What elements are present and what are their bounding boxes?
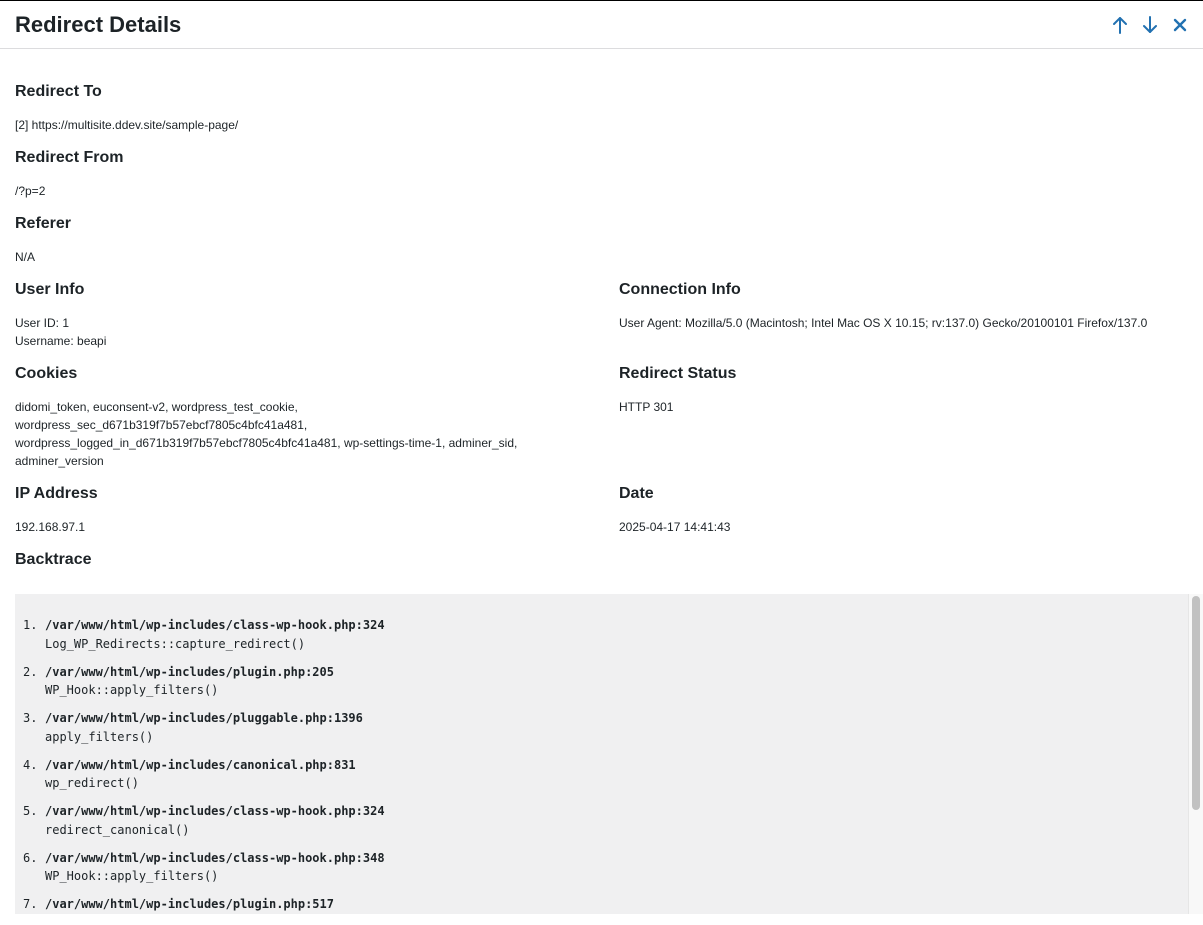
backtrace-item-body: /var/www/html/wp-includes/class-wp-hook.… xyxy=(45,849,385,886)
cookies-section: Cookies didomi_token, euconsent-v2, word… xyxy=(15,364,619,470)
backtrace-item: 6. /var/www/html/wp-includes/class-wp-hoo… xyxy=(23,849,1203,886)
backtrace-item-number: 2. xyxy=(23,664,38,679)
backtrace-item-number: 7. xyxy=(23,897,38,911)
redirect-status-value: HTTP 301 xyxy=(619,400,674,414)
backtrace-item-body: /var/www/html/wp-includes/class-wp-hook.… xyxy=(45,802,385,839)
backtrace-heading: Backtrace xyxy=(15,551,92,568)
cookies-line-1: didomi_token, euconsent-v2, wordpress_te… xyxy=(15,400,298,414)
redirect-to-value: [2] https://multisite.ddev.site/sample-p… xyxy=(15,118,239,132)
arrow-down-icon xyxy=(1143,15,1157,33)
backtrace-item: 5. /var/www/html/wp-includes/class-wp-hoo… xyxy=(23,802,1203,839)
backtrace-list: 1. /var/www/html/wp-includes/class-wp-hoo… xyxy=(15,594,1203,914)
backtrace-box[interactable]: 1. /var/www/html/wp-includes/class-wp-hoo… xyxy=(15,594,1203,914)
user-id-value: User ID: 1 xyxy=(15,316,70,330)
cookies-line-2: wordpress_sec_d671b319f7b57ebcf7805c4bfc… xyxy=(15,418,308,432)
ip-address-value: 192.168.97.1 xyxy=(15,520,86,534)
date-heading: Date xyxy=(619,485,654,502)
ip-address-heading: IP Address xyxy=(15,485,98,502)
redirect-details-modal: Redirect Details Redirect To [2] https:/… xyxy=(0,0,1203,925)
backtrace-item: 3. /var/www/html/wp-includes/pluggable.ph… xyxy=(23,709,1203,746)
backtrace-function: redirect_canonical() xyxy=(45,822,190,837)
backtrace-function: WP_Hook::apply_filters() xyxy=(45,683,219,697)
ip-address-section: IP Address 192.168.97.1 xyxy=(15,484,619,536)
backtrace-file: /var/www/html/wp-includes/canonical.php:… xyxy=(45,757,356,772)
backtrace-item: 7. /var/www/html/wp-includes/plugin.php:5… xyxy=(23,895,1203,914)
referer-heading: Referer xyxy=(15,215,72,232)
close-button[interactable] xyxy=(1169,14,1191,36)
redirect-from-section: Redirect From /?p=2 xyxy=(15,148,1188,200)
backtrace-item-number: 6. xyxy=(23,850,38,865)
user-info-heading: User Info xyxy=(15,281,85,298)
backtrace-file: /var/www/html/wp-includes/pluggable.php:… xyxy=(45,711,363,725)
modal-title: Redirect Details xyxy=(15,11,182,37)
referer-value: N/A xyxy=(15,250,36,264)
backtrace-file: /var/www/html/wp-includes/class-wp-hook.… xyxy=(45,850,385,865)
redirect-status-heading: Redirect Status xyxy=(619,365,737,382)
backtrace-scrollbar[interactable] xyxy=(1188,594,1203,914)
backtrace-item: 1. /var/www/html/wp-includes/class-wp-hoo… xyxy=(23,616,1203,653)
redirect-status-section: Redirect Status HTTP 301 xyxy=(619,364,1189,470)
backtrace-function: WP_Hook::apply_filters() xyxy=(45,869,219,883)
close-icon xyxy=(1173,18,1187,31)
info-row-1: User Info User ID: 1 Username: beapi Con… xyxy=(15,280,1188,350)
backtrace-item-body: /var/www/html/wp-includes/plugin.php:205… xyxy=(45,663,334,700)
cookies-heading: Cookies xyxy=(15,365,78,382)
connection-info-heading: Connection Info xyxy=(619,281,741,298)
modal-content: Redirect To [2] https://multisite.ddev.s… xyxy=(0,82,1203,570)
backtrace-file: /var/www/html/wp-includes/plugin.php:517 xyxy=(45,897,334,911)
backtrace-function: apply_filters() xyxy=(45,729,154,744)
backtrace-item-number: 1. xyxy=(23,618,38,632)
backtrace-function: wp_redirect() xyxy=(45,776,139,790)
info-row-2: Cookies didomi_token, euconsent-v2, word… xyxy=(15,364,1188,470)
redirect-to-heading: Redirect To xyxy=(15,83,102,100)
info-row-3: IP Address 192.168.97.1 Date 2025-04-17 … xyxy=(15,484,1188,536)
date-value: 2025-04-17 14:41:43 xyxy=(619,520,731,534)
backtrace-file: /var/www/html/wp-includes/plugin.php:205 xyxy=(45,664,334,679)
backtrace-section: Backtrace xyxy=(15,550,1188,570)
backtrace-item-number: 3. xyxy=(23,711,38,725)
backtrace-file: /var/www/html/wp-includes/class-wp-hook.… xyxy=(45,618,385,632)
next-button[interactable] xyxy=(1139,14,1161,36)
date-section: Date 2025-04-17 14:41:43 xyxy=(619,484,1189,536)
backtrace-item-body: /var/www/html/wp-includes/pluggable.php:… xyxy=(45,709,363,746)
backtrace-item-body: /var/www/html/wp-includes/plugin.php:517 xyxy=(45,895,334,914)
user-agent-value: User Agent: Mozilla/5.0 (Macintosh; Inte… xyxy=(619,316,1148,330)
redirect-to-section: Redirect To [2] https://multisite.ddev.s… xyxy=(15,82,1188,134)
previous-button[interactable] xyxy=(1109,14,1131,36)
backtrace-item-number: 4. xyxy=(23,757,38,772)
backtrace-item-body: /var/www/html/wp-includes/class-wp-hook.… xyxy=(45,616,385,653)
redirect-from-heading: Redirect From xyxy=(15,149,124,166)
cookies-line-4: adminer_version xyxy=(15,454,104,468)
referer-section: Referer N/A xyxy=(15,214,1188,266)
cookies-line-3: wordpress_logged_in_d671b319f7b57ebcf780… xyxy=(15,436,518,450)
header-actions xyxy=(1109,14,1191,36)
modal-header: Redirect Details xyxy=(0,1,1203,49)
backtrace-function: Log_WP_Redirects::capture_redirect() xyxy=(45,636,306,651)
backtrace-file: /var/www/html/wp-includes/class-wp-hook.… xyxy=(45,804,385,818)
backtrace-item: 4. /var/www/html/wp-includes/canonical.ph… xyxy=(23,756,1203,793)
username-value: Username: beapi xyxy=(15,334,107,348)
backtrace-item-number: 5. xyxy=(23,804,38,818)
arrow-up-icon xyxy=(1113,16,1127,34)
connection-info-section: Connection Info User Agent: Mozilla/5.0 … xyxy=(619,280,1189,350)
user-info-section: User Info User ID: 1 Username: beapi xyxy=(15,280,619,350)
backtrace-item: 2. /var/www/html/wp-includes/plugin.php:2… xyxy=(23,663,1203,700)
scrollbar-thumb[interactable] xyxy=(1192,596,1200,810)
redirect-from-value: /?p=2 xyxy=(15,184,46,198)
backtrace-item-body: /var/www/html/wp-includes/canonical.php:… xyxy=(45,756,356,793)
